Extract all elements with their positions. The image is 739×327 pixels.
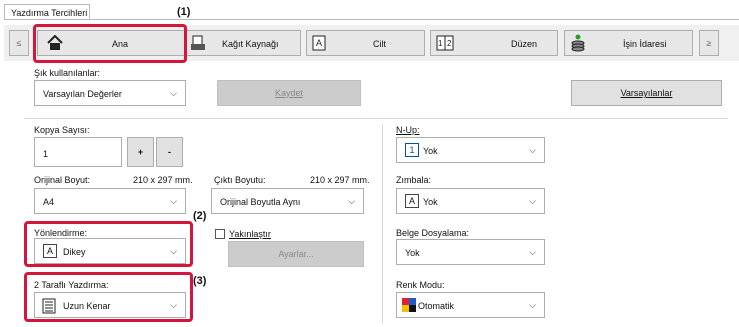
scroll-right-button[interactable]: ≥ bbox=[699, 30, 719, 56]
color-mode-icon bbox=[402, 298, 416, 312]
defaults-button[interactable]: Varsayılanlar bbox=[571, 80, 722, 106]
copies-input[interactable]: 1 bbox=[34, 137, 122, 167]
favorites-value: Varsayılan Değerler bbox=[43, 89, 122, 99]
output-size-select[interactable]: Orijinal Boyutla Aynı ⌵ bbox=[211, 188, 364, 214]
job-handling-icon bbox=[571, 34, 585, 52]
callout-2: (2) bbox=[193, 210, 207, 222]
tab-job-handling-label: İşin İdaresi bbox=[623, 39, 667, 49]
color-mode-select[interactable]: Otomatik ⌵ bbox=[396, 292, 545, 318]
nup-label: N-Up: bbox=[396, 125, 420, 135]
plus-label: + bbox=[137, 147, 144, 157]
scroll-left-button[interactable]: ≤ bbox=[9, 30, 29, 56]
staple-icon: A bbox=[405, 194, 419, 208]
scroll-right-label: ≥ bbox=[706, 38, 712, 48]
tab-layout-label: Düzen bbox=[511, 39, 538, 49]
copies-label: Kopya Sayısı: bbox=[34, 125, 90, 135]
staple-label: Zımbala: bbox=[396, 175, 432, 185]
column-divider bbox=[382, 124, 383, 324]
highlight-box-1 bbox=[33, 24, 187, 63]
copies-minus-button[interactable]: - bbox=[156, 137, 183, 167]
filing-label: Belge Dosyalama: bbox=[396, 228, 470, 238]
chevron-down-icon: ⌵ bbox=[529, 247, 536, 257]
output-size-label: Çıktı Boyutu: bbox=[214, 175, 266, 185]
chevron-down-icon: ⌵ bbox=[170, 88, 177, 98]
color-mode-value: Otomatik bbox=[418, 301, 455, 311]
tab-divider bbox=[4, 19, 739, 20]
section-divider bbox=[24, 118, 728, 119]
original-size-dims: 210 x 297 mm. bbox=[133, 175, 193, 185]
output-size-dims: 210 x 297 mm. bbox=[310, 175, 370, 185]
binding-icon: A bbox=[312, 35, 326, 51]
svg-text:2: 2 bbox=[447, 39, 452, 48]
original-size-value: A4 bbox=[43, 197, 55, 207]
callout-1: (1) bbox=[177, 6, 191, 18]
nup-select[interactable]: 1 Yok ⌵ bbox=[396, 137, 545, 163]
staple-value: Yok bbox=[423, 197, 438, 207]
chevron-down-icon: ⌵ bbox=[348, 196, 355, 206]
tab-binding[interactable]: A Cilt bbox=[306, 30, 425, 56]
color-mode-label: Renk Modu: bbox=[396, 280, 445, 290]
tab-job-handling[interactable]: İşin İdaresi bbox=[564, 30, 693, 56]
filing-select[interactable]: Yok ⌵ bbox=[396, 239, 545, 265]
favorites-select[interactable]: Varsayılan Değerler ⌵ bbox=[34, 80, 186, 106]
svg-text:A: A bbox=[316, 38, 322, 48]
nup-icon: 1 bbox=[405, 143, 419, 157]
chevron-down-icon: ⌵ bbox=[529, 300, 536, 310]
copies-value: 1 bbox=[43, 149, 49, 159]
defaults-label: Varsayılanlar bbox=[620, 88, 673, 98]
tab-layout[interactable]: 1 2 Düzen bbox=[430, 30, 558, 56]
zoom-label: Yakınlaştır bbox=[229, 229, 271, 239]
window-tab[interactable]: Yazdırma Tercihleri bbox=[4, 4, 90, 20]
output-size-value: Orijinal Boyutla Aynı bbox=[220, 197, 301, 207]
scroll-left-label: ≤ bbox=[16, 38, 22, 48]
save-label: Kaydet bbox=[274, 88, 304, 98]
copies-plus-button[interactable]: + bbox=[127, 137, 154, 167]
svg-text:1: 1 bbox=[438, 39, 443, 48]
favorites-label: Şık kullanılanlar: bbox=[34, 68, 101, 78]
filing-value: Yok bbox=[405, 248, 420, 258]
save-button[interactable]: Kaydet bbox=[217, 80, 361, 106]
staple-select[interactable]: A Yok ⌵ bbox=[396, 188, 545, 214]
zoom-settings-button[interactable]: Ayarlar... bbox=[228, 241, 364, 267]
original-size-select[interactable]: A4 ⌵ bbox=[34, 188, 186, 214]
chevron-down-icon: ⌵ bbox=[529, 145, 536, 155]
zoom-settings-label: Ayarlar... bbox=[278, 249, 314, 259]
minus-label: - bbox=[168, 147, 171, 157]
tab-paper-source-label: Kağıt Kaynağı bbox=[222, 39, 279, 49]
callout-3: (3) bbox=[193, 275, 207, 287]
layout-icon: 1 2 bbox=[436, 35, 454, 51]
nup-value: Yok bbox=[423, 146, 438, 156]
chevron-down-icon: ⌵ bbox=[529, 196, 536, 206]
chevron-down-icon: ⌵ bbox=[170, 196, 177, 206]
original-size-label: Orijinal Boyut: bbox=[34, 175, 91, 185]
highlight-box-2 bbox=[24, 221, 193, 267]
window-tab-title: Yazdırma Tercihleri bbox=[11, 8, 88, 18]
highlight-box-3 bbox=[24, 272, 193, 322]
tab-binding-label: Cilt bbox=[373, 39, 386, 49]
zoom-checkbox[interactable] bbox=[215, 229, 225, 239]
tab-paper-source[interactable]: Kağıt Kaynağı bbox=[185, 30, 301, 56]
paper-source-icon bbox=[191, 35, 205, 50]
